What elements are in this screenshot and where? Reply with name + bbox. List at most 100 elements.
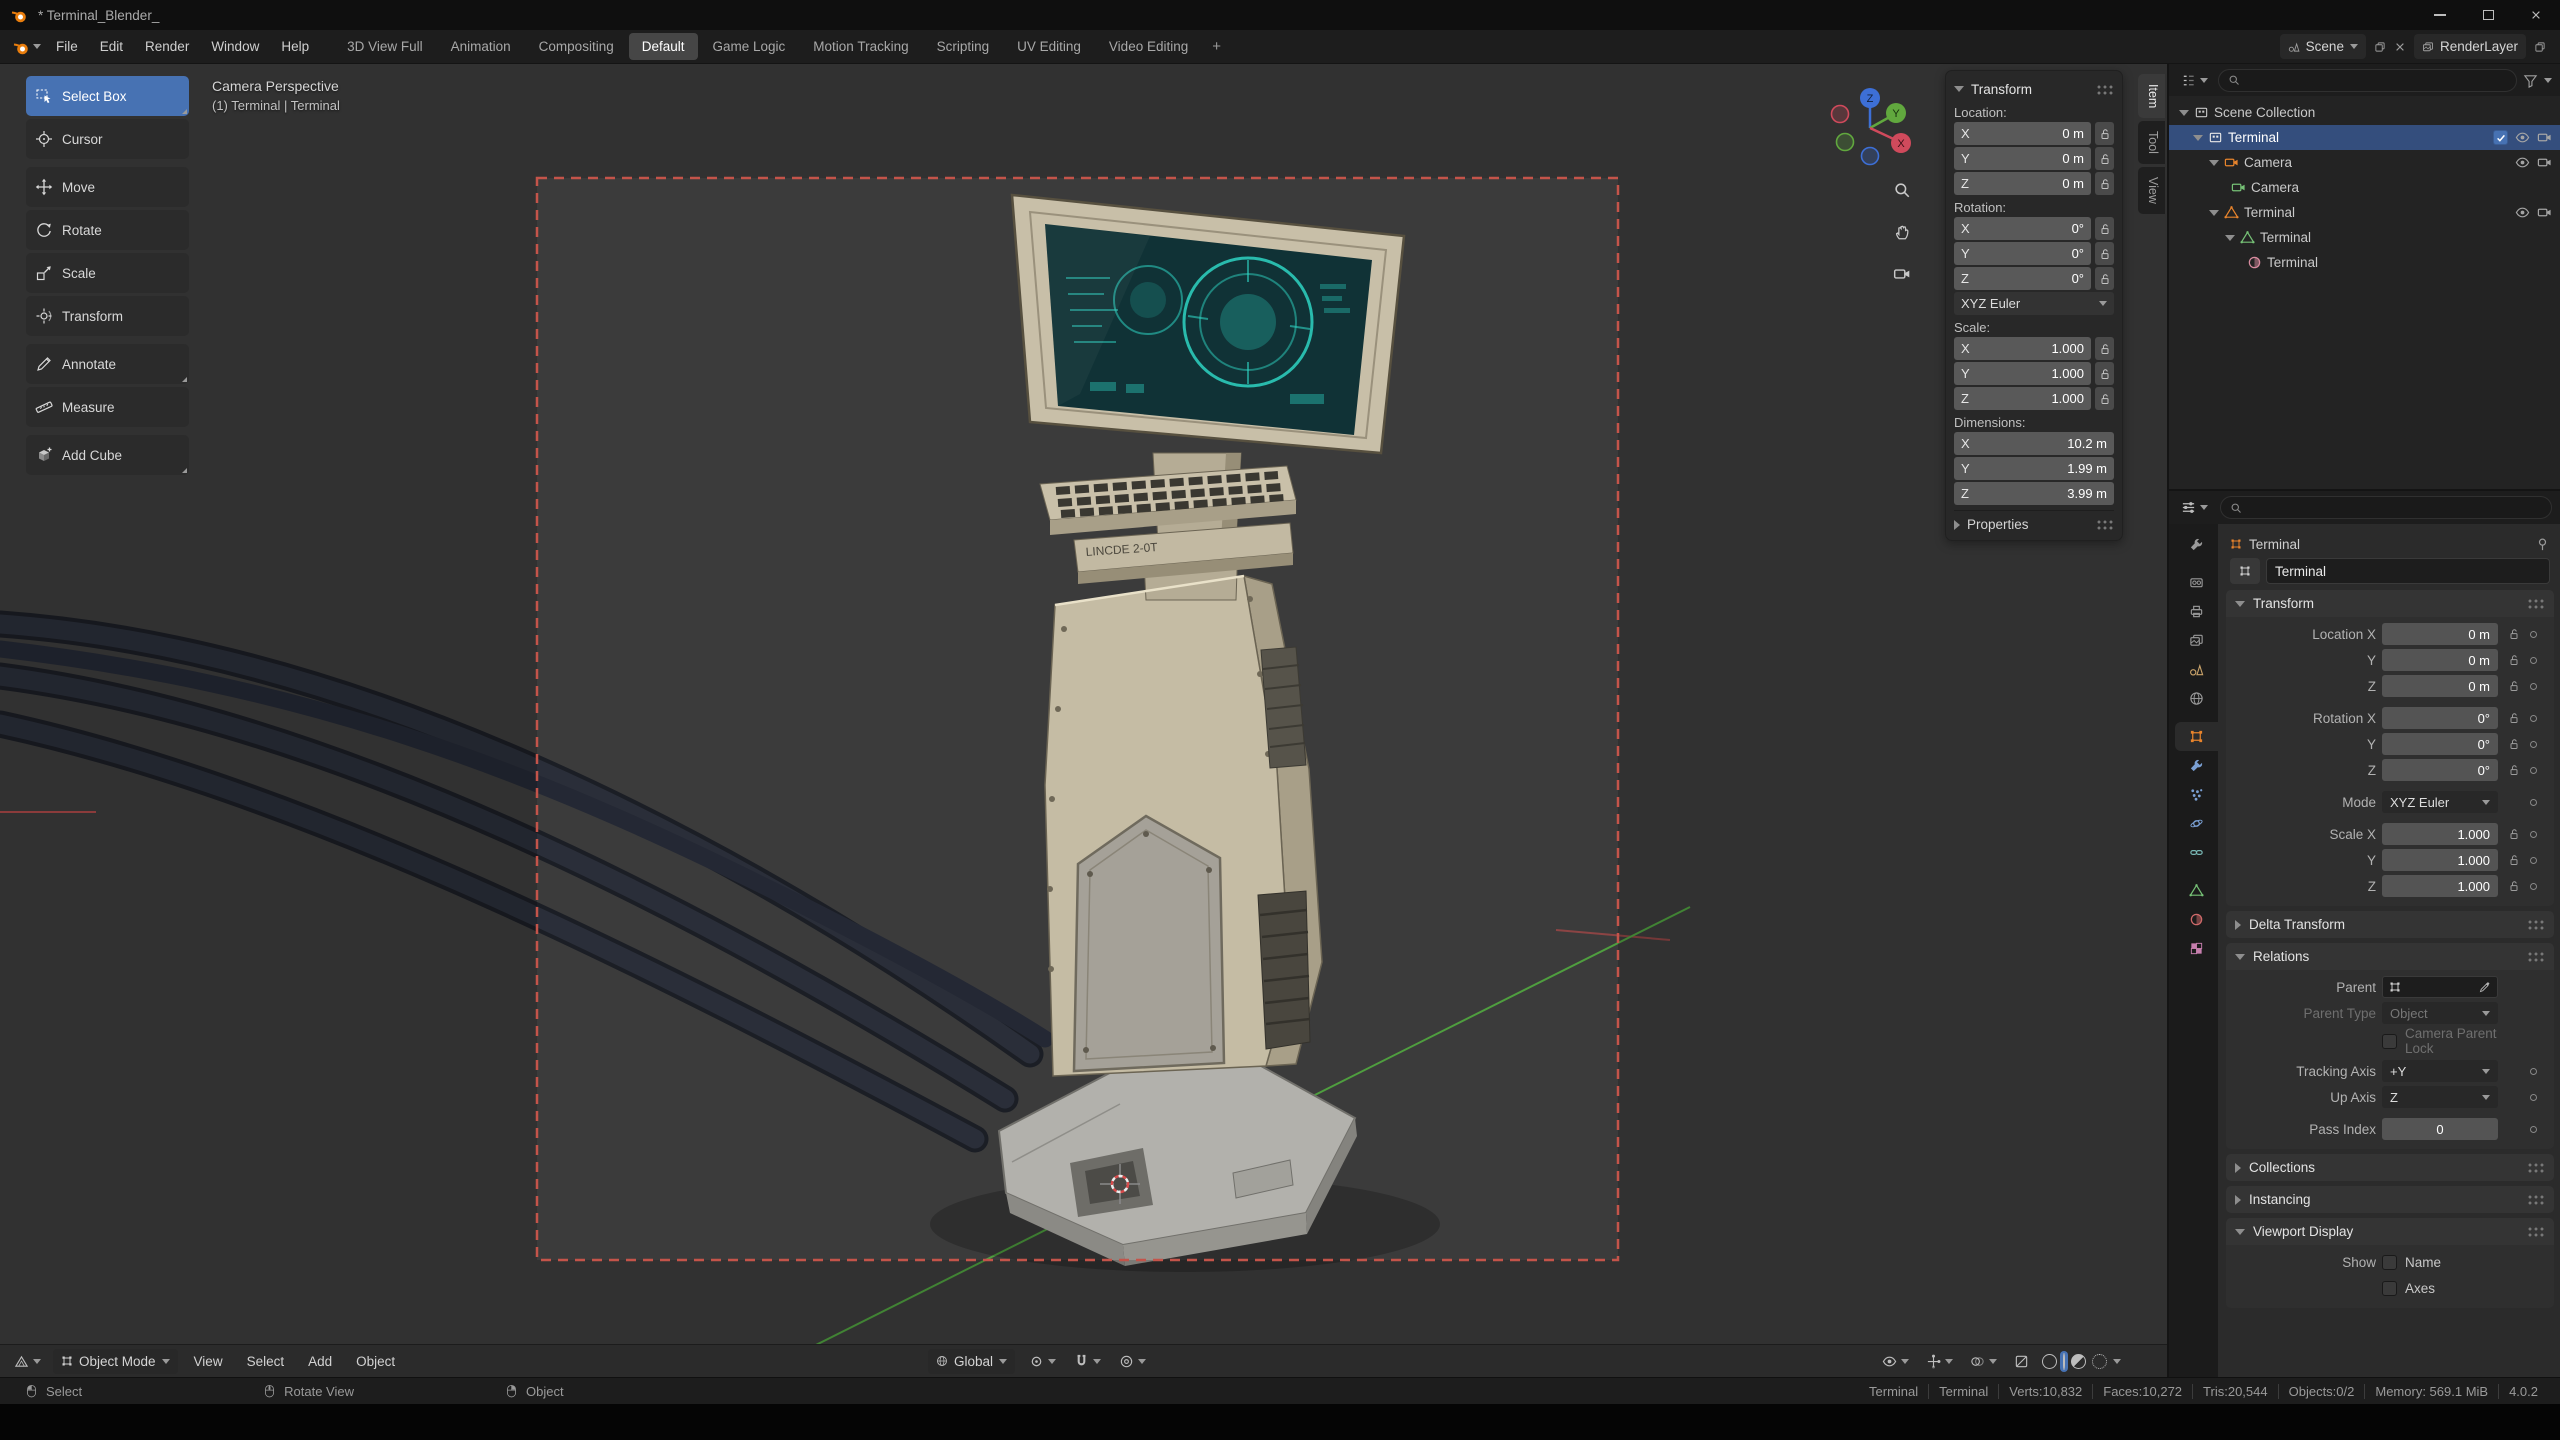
rotation-z-field[interactable]: Z0° [1954, 267, 2091, 290]
rotation-y-field[interactable]: 0° [2382, 733, 2498, 755]
lock-icon[interactable] [2504, 828, 2524, 840]
panel-grip[interactable] [2527, 1194, 2545, 1205]
sidebar-tab-view[interactable]: View [2138, 167, 2165, 214]
decorator-dot[interactable] [2530, 1068, 2537, 1075]
dimensions-y-field[interactable]: Y1.99 m [1954, 457, 2114, 480]
parent-type-dropdown[interactable]: Object [2382, 1002, 2498, 1024]
collections-header[interactable]: Collections [2226, 1154, 2554, 1181]
decorator-dot[interactable] [2530, 1126, 2537, 1133]
scene-selector[interactable]: Scene [2280, 34, 2366, 59]
lock-icon[interactable] [2504, 628, 2524, 640]
pass-index-field[interactable]: 0 [2382, 1118, 2498, 1140]
viewport-display-header[interactable]: Viewport Display [2226, 1218, 2554, 1245]
tab-material[interactable] [2175, 905, 2218, 934]
tool-scale[interactable]: Scale [26, 253, 189, 293]
lock-button[interactable] [2095, 267, 2114, 290]
menu-window[interactable]: Window [200, 34, 270, 60]
rotation-x-field[interactable]: X0° [1954, 217, 2091, 240]
viewport-menu-object[interactable]: Object [348, 1349, 403, 1374]
location-z-field[interactable]: Z0 m [1954, 172, 2091, 195]
tab-scene[interactable] [2175, 655, 2218, 684]
tool-annotate[interactable]: Annotate [26, 344, 189, 384]
rotation-y-field[interactable]: Y0° [1954, 242, 2091, 265]
outliner-row-terminal-mesh[interactable]: Terminal [2169, 225, 2560, 250]
location-y-field[interactable]: Y0 m [1954, 147, 2091, 170]
outliner-row-terminal-material[interactable]: Terminal [2169, 250, 2560, 275]
panel-grip[interactable] [2527, 598, 2545, 609]
add-workspace-button[interactable]: + [1203, 33, 1230, 60]
lock-icon[interactable] [2504, 880, 2524, 892]
hide-eye-icon[interactable] [2515, 130, 2530, 145]
lock-button[interactable] [2095, 172, 2114, 195]
workspace-tab-3d-view-full[interactable]: 3D View Full [334, 33, 436, 60]
hide-eye-icon[interactable] [2515, 205, 2530, 220]
menu-file[interactable]: File [45, 34, 89, 60]
outliner-row-camera-data[interactable]: Camera [2169, 175, 2560, 200]
lock-button[interactable] [2095, 147, 2114, 170]
tab-constraints[interactable] [2175, 838, 2218, 867]
xray-toggle[interactable] [2010, 1349, 2033, 1374]
outliner-row-scene-collection[interactable]: Scene Collection [2169, 100, 2560, 125]
lock-button[interactable] [2095, 337, 2114, 360]
tab-modifiers[interactable] [2175, 751, 2218, 780]
maximize-button[interactable] [2464, 0, 2512, 30]
new-scene-button[interactable] [2374, 41, 2386, 53]
object-visibility-dropdown[interactable] [1878, 1349, 1913, 1374]
lock-button[interactable] [2095, 242, 2114, 265]
tool-measure[interactable]: Measure [26, 387, 189, 427]
scale-y-field[interactable]: Y1.000 [1954, 362, 2091, 385]
lock-button[interactable] [2095, 122, 2114, 145]
workspace-tab-default[interactable]: Default [629, 33, 698, 60]
decorator-dot[interactable] [2530, 657, 2537, 664]
minimize-button[interactable] [2416, 0, 2464, 30]
decorator-dot[interactable] [2530, 1094, 2537, 1101]
outliner-row-camera-object[interactable]: Camera [2169, 150, 2560, 175]
tab-view-layer[interactable] [2175, 626, 2218, 655]
workspace-tab-scripting[interactable]: Scripting [924, 33, 1003, 60]
lock-icon[interactable] [2504, 712, 2524, 724]
disable-render-icon[interactable] [2537, 205, 2552, 220]
tab-object[interactable] [2175, 722, 2218, 751]
lock-icon[interactable] [2504, 680, 2524, 692]
disclosure-icon[interactable] [2193, 135, 2203, 141]
object-name-field[interactable]: Terminal [2266, 558, 2550, 584]
viewport-canvas[interactable]: LINCDE 2-0T [0, 64, 2167, 1344]
instancing-header[interactable]: Instancing [2226, 1186, 2554, 1213]
decorator-dot[interactable] [2530, 799, 2537, 806]
exclude-checkbox[interactable] [2493, 130, 2508, 145]
mode-dropdown[interactable]: Object Mode [53, 1349, 178, 1374]
proportional-editing-toggle[interactable] [1115, 1349, 1150, 1374]
snap-toggle[interactable] [1070, 1349, 1105, 1374]
decorator-dot[interactable] [2530, 741, 2537, 748]
tool-move[interactable]: Move [26, 167, 189, 207]
tab-texture[interactable] [2175, 934, 2218, 963]
outliner-editor-type-button[interactable] [2177, 68, 2212, 93]
decorator-dot[interactable] [2530, 857, 2537, 864]
location-x-field[interactable]: X0 m [1954, 122, 2091, 145]
dimensions-x-field[interactable]: X10.2 m [1954, 432, 2114, 455]
tab-output[interactable] [2175, 597, 2218, 626]
tab-particles[interactable] [2175, 780, 2218, 809]
close-button[interactable] [2512, 0, 2560, 30]
viewport-menu-select[interactable]: Select [239, 1349, 293, 1374]
scale-z-field[interactable]: 1.000 [2382, 875, 2498, 897]
tool-cursor[interactable]: Cursor [26, 119, 189, 159]
sidebar-tab-tool[interactable]: Tool [2138, 121, 2165, 164]
tool-transform[interactable]: Transform [26, 296, 189, 336]
menu-edit[interactable]: Edit [89, 34, 134, 60]
disable-render-icon[interactable] [2537, 130, 2552, 145]
zoom-button[interactable] [1888, 176, 1916, 204]
view-layer-selector[interactable]: RenderLayer [2414, 34, 2526, 59]
navigation-gizmo[interactable]: Z Y X [1822, 80, 1918, 176]
editor-type-button[interactable] [10, 1349, 45, 1374]
disclosure-icon[interactable] [2225, 235, 2235, 241]
workspace-tab-uv-editing[interactable]: UV Editing [1004, 33, 1094, 60]
lock-icon[interactable] [2504, 764, 2524, 776]
lock-button[interactable] [2095, 362, 2114, 385]
decorator-dot[interactable] [2530, 767, 2537, 774]
gizmos-toggle[interactable] [1922, 1349, 1957, 1374]
eyedropper-icon[interactable] [2479, 981, 2491, 993]
panel-grip[interactable] [2527, 1162, 2545, 1173]
parent-field[interactable] [2382, 976, 2498, 998]
panel-grip[interactable] [2527, 951, 2545, 962]
